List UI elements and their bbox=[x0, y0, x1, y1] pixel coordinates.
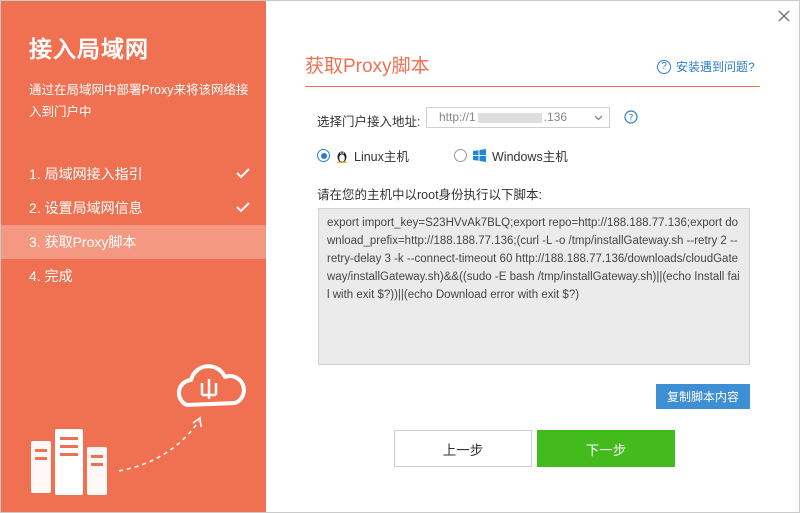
step-label: 1. 局域网接入指引 bbox=[29, 166, 143, 182]
page-title: 获取Proxy脚本 bbox=[305, 56, 430, 77]
check-icon bbox=[236, 202, 250, 213]
svg-text:?: ? bbox=[629, 114, 634, 124]
title-divider bbox=[305, 86, 760, 87]
radio-linux[interactable]: Linux主机 bbox=[317, 146, 409, 165]
step-item-4: 4. 完成 bbox=[1, 259, 266, 293]
chevron-down-icon bbox=[594, 115, 603, 121]
dialog: 接入局域网 通过在局域网中部署Proxy来将该网络接入到门户中 1. 局域网接入… bbox=[0, 0, 800, 513]
windows-logo-icon bbox=[473, 149, 486, 162]
prev-button[interactable]: 上一步 bbox=[394, 430, 532, 467]
step-item-3: 3. 获取Proxy脚本 bbox=[1, 225, 266, 259]
step-label: 2. 设置局域网信息 bbox=[29, 200, 143, 216]
question-icon[interactable]: ? bbox=[624, 110, 638, 124]
radio-button[interactable] bbox=[454, 149, 467, 162]
radio-windows[interactable]: Windows主机 bbox=[454, 146, 568, 165]
linux-penguin-icon bbox=[337, 151, 347, 163]
command-label: 请在您的主机中以root身份执行以下脚本: bbox=[317, 188, 543, 202]
step-label: 3. 获取Proxy脚本 bbox=[29, 234, 137, 250]
radio-button[interactable] bbox=[317, 149, 330, 162]
redacted-mask bbox=[477, 112, 542, 123]
next-button[interactable]: 下一步 bbox=[537, 430, 675, 467]
question-icon: ? bbox=[657, 59, 671, 74]
help-link[interactable]: ? 安装遇到问题? bbox=[657, 58, 755, 75]
command-textbox[interactable]: export import_key=S23HVvAk7BLQ;export re… bbox=[318, 208, 750, 365]
step-item-1: 1. 局域网接入指引 bbox=[1, 157, 266, 191]
close-icon[interactable] bbox=[777, 9, 791, 23]
radio-label: Linux主机 bbox=[354, 150, 409, 164]
address-select[interactable]: http://1 .136 bbox=[426, 107, 610, 128]
copy-script-button[interactable]: 复制脚本内容 bbox=[656, 384, 750, 409]
sidebar-description: 通过在局域网中部署Proxy来将该网络接入到门户中 bbox=[29, 83, 249, 119]
step-item-2: 2. 设置局域网信息 bbox=[1, 191, 266, 225]
address-label: 选择门户接入地址: bbox=[317, 115, 421, 129]
cloud-servers-illustration-icon bbox=[31, 364, 246, 495]
step-label: 4. 完成 bbox=[29, 268, 73, 284]
address-suffix: .136 bbox=[543, 110, 568, 124]
sidebar-title: 接入局域网 bbox=[29, 36, 149, 62]
step-list: 1. 局域网接入指引 2. 设置局域网信息 3. 获取Proxy脚本 4. 完成 bbox=[1, 157, 266, 293]
check-icon bbox=[236, 168, 250, 179]
sidebar: 接入局域网 通过在局域网中部署Proxy来将该网络接入到门户中 1. 局域网接入… bbox=[1, 1, 266, 512]
radio-label: Windows主机 bbox=[492, 150, 568, 164]
address-prefix: http://1 bbox=[439, 110, 476, 124]
help-link-label: 安装遇到问题? bbox=[676, 60, 755, 74]
